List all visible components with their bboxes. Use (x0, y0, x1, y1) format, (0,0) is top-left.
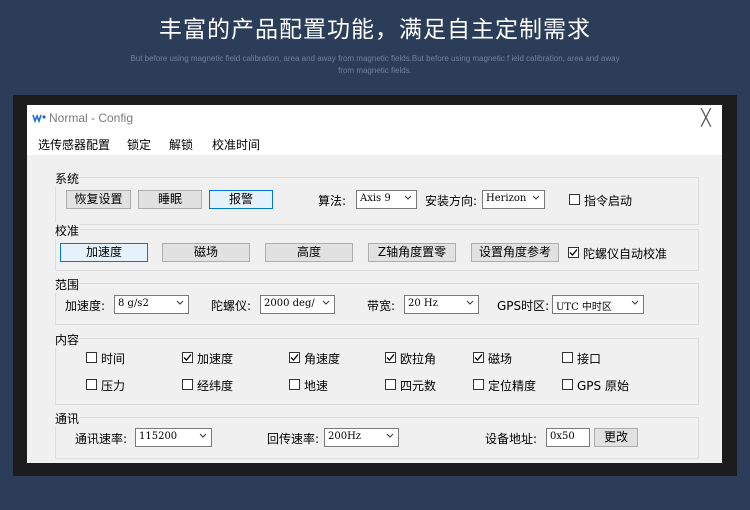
gps-timezone-select[interactable]: UTC 中时区 (552, 295, 644, 314)
return-rate-label: 回传速率: (267, 432, 320, 446)
title-bar[interactable]: Normal - Config ╳ (27, 105, 722, 131)
config-window: Normal - Config ╳ 选传感器配置 锁定 解锁 校准时间 系统 恢… (27, 105, 722, 463)
gps-timezone-value: UTC 中时区 (556, 302, 612, 313)
close-icon[interactable]: ╳ (695, 108, 717, 128)
chevron-down-icon (386, 433, 394, 438)
return-rate-select[interactable]: 200Hz (324, 428, 399, 447)
content-mag-label: 磁场 (488, 352, 513, 366)
content-gps-raw-label: GPS 原始 (577, 379, 629, 393)
chevron-down-icon (466, 300, 474, 305)
calibrate-group-label: 校准 (55, 222, 80, 239)
content-quaternion-checkbox[interactable] (385, 379, 396, 390)
baud-rate-value: 115200 (139, 431, 178, 442)
bandwidth-select[interactable]: 20 Hz (404, 295, 479, 314)
device-address-label: 设备地址: (485, 432, 538, 446)
content-latlon-checkbox[interactable] (182, 379, 193, 390)
direction-label: 安装方向: (425, 194, 478, 208)
gyro-auto-label: 陀螺仪自动校准 (583, 247, 668, 261)
menu-lock[interactable]: 锁定 (127, 136, 151, 153)
alarm-button[interactable]: 报警 (209, 190, 273, 209)
menu-unlock[interactable]: 解锁 (169, 136, 193, 153)
content-ground-speed-checkbox[interactable] (289, 379, 300, 390)
gyro-range-label: 陀螺仪: (211, 299, 252, 313)
gyro-range-value: 2000 deg/ (264, 298, 315, 309)
chevron-down-icon (199, 433, 207, 438)
change-address-button[interactable]: 更改 (594, 428, 638, 447)
accel-range-select[interactable]: 8 g/s2 (114, 295, 189, 314)
content-time-label: 时间 (101, 352, 126, 366)
menu-calibrate-time[interactable]: 校准时间 (212, 136, 260, 153)
chevron-down-icon (532, 195, 540, 200)
algorithm-label: 算法: (318, 194, 347, 208)
app-icon (32, 113, 46, 123)
content-pressure-checkbox[interactable] (86, 379, 97, 390)
accel-range-value: 8 g/s2 (118, 298, 149, 309)
bandwidth-label: 带宽: (367, 299, 396, 313)
algorithm-select[interactable]: Axis 9 (356, 190, 417, 209)
range-group-label: 范围 (55, 276, 80, 293)
banner-subtitle: But before using magnetic field calibrat… (130, 54, 620, 75)
gyro-auto-checkbox[interactable] (568, 247, 579, 258)
content-euler-label: 欧拉角 (400, 352, 437, 366)
window-title: Normal - Config (49, 111, 134, 125)
system-group-label: 系统 (55, 170, 80, 187)
set-angle-ref-button[interactable]: 设置角度参考 (471, 243, 559, 262)
content-accuracy-checkbox[interactable] (473, 379, 484, 390)
content-mag-checkbox[interactable] (473, 352, 484, 363)
content-angular-rate-label: 角速度 (304, 352, 341, 366)
content-accuracy-label: 定位精度 (488, 379, 537, 393)
chevron-down-icon (631, 300, 639, 305)
content-port-checkbox[interactable] (562, 352, 573, 363)
return-rate-value: 200Hz (328, 431, 362, 442)
content-port-label: 接口 (577, 352, 602, 366)
z-angle-zero-button[interactable]: Z轴角度置零 (368, 243, 456, 262)
direction-select[interactable]: Herizon (482, 190, 545, 209)
chevron-down-icon (404, 195, 412, 200)
check-icon (474, 354, 483, 361)
content-angular-rate-checkbox[interactable] (289, 352, 300, 363)
content-accel-label: 加速度 (197, 352, 234, 366)
content-group (55, 338, 699, 405)
content-latlon-label: 经纬度 (197, 379, 234, 393)
calibrate-accel-button[interactable]: 加速度 (60, 243, 148, 262)
content-time-checkbox[interactable] (86, 352, 97, 363)
device-address-input[interactable]: 0x50 (546, 428, 590, 447)
baud-rate-label: 通讯速率: (75, 432, 128, 446)
accel-range-label: 加速度: (65, 299, 106, 313)
check-icon (290, 354, 299, 361)
cmd-start-checkbox[interactable] (569, 194, 580, 205)
content-euler-checkbox[interactable] (385, 352, 396, 363)
check-icon (386, 354, 395, 361)
device-address-value: 0x50 (550, 431, 575, 442)
content-gps-raw-checkbox[interactable] (562, 379, 573, 390)
restore-settings-button[interactable]: 恢复设置 (66, 190, 131, 209)
gps-timezone-label: GPS时区: (497, 299, 550, 313)
baud-rate-select[interactable]: 115200 (135, 428, 212, 447)
content-quaternion-label: 四元数 (400, 379, 437, 393)
content-ground-speed-label: 地速 (304, 379, 329, 393)
cmd-start-label: 指令启动 (584, 194, 633, 208)
gyro-range-select[interactable]: 2000 deg/ (260, 295, 335, 314)
calibrate-height-button[interactable]: 高度 (265, 243, 353, 262)
chevron-down-icon (176, 300, 184, 305)
direction-value: Herizon (486, 193, 527, 204)
banner-title: 丰富的产品配置功能，满足自主定制需求 (159, 17, 591, 43)
bandwidth-value: 20 Hz (408, 298, 438, 309)
sleep-button[interactable]: 睡眠 (138, 190, 202, 209)
check-icon (183, 354, 192, 361)
menu-select-sensor[interactable]: 选传感器配置 (38, 136, 110, 153)
chevron-down-icon (322, 300, 330, 305)
check-icon (569, 249, 578, 256)
content-accel-checkbox[interactable] (182, 352, 193, 363)
content-group-label: 内容 (55, 331, 80, 348)
calibrate-mag-button[interactable]: 磁场 (162, 243, 250, 262)
algorithm-value: Axis 9 (360, 193, 391, 204)
menu-bar: 选传感器配置 锁定 解锁 校准时间 (27, 131, 722, 155)
content-pressure-label: 压力 (101, 379, 126, 393)
comm-group-label: 通讯 (55, 410, 80, 427)
